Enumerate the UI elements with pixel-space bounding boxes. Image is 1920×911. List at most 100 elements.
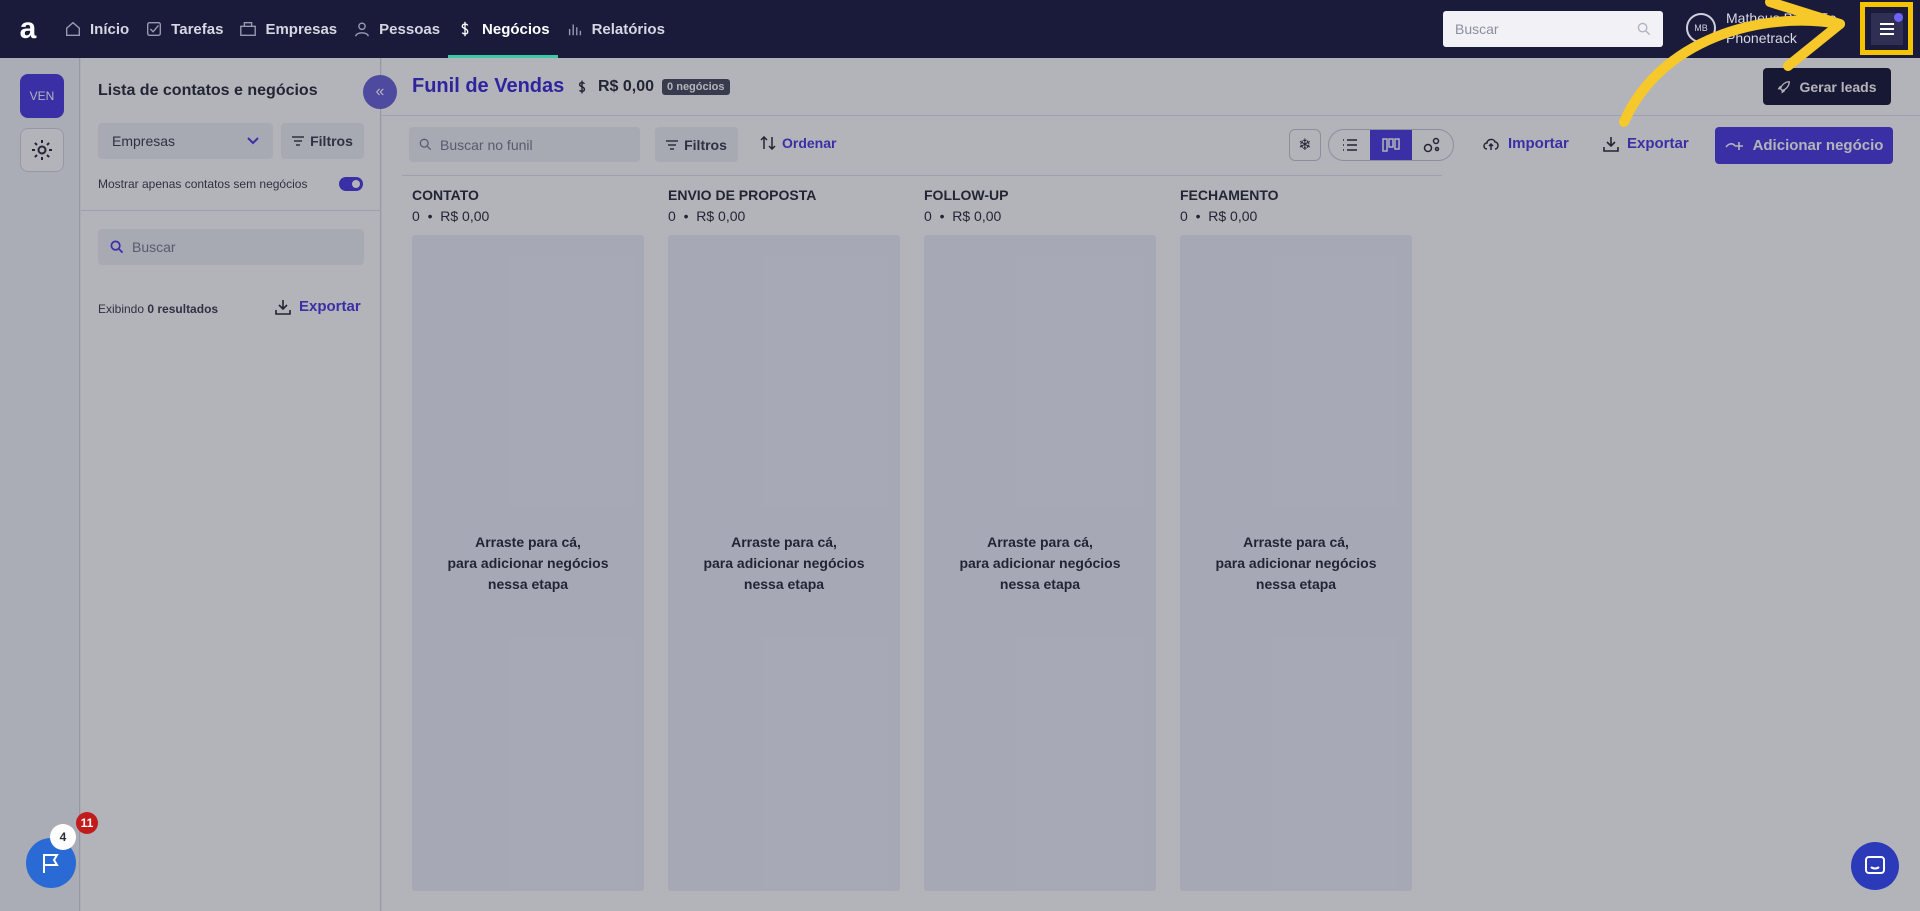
export-label: Exportar — [1627, 135, 1689, 152]
nav-item-relatorios[interactable]: Relatórios — [558, 0, 673, 58]
user-menu[interactable]: MB Matheus Brandão Phonetrack — [1686, 8, 1837, 48]
divider — [402, 175, 1442, 176]
column-sum: R$ 0,00 — [440, 208, 490, 224]
generate-leads-button[interactable]: Gerar leads — [1763, 68, 1891, 105]
sort-label: Ordenar — [782, 135, 837, 151]
column-sum: R$ 0,00 — [1208, 208, 1258, 224]
page-title[interactable]: Funil de Vendas — [412, 75, 564, 98]
nav-item-empresas[interactable]: Empresas — [231, 0, 345, 58]
nav-item-pessoas[interactable]: Pessoas — [345, 0, 448, 58]
empty-line: Arraste para cá, — [731, 533, 837, 550]
toggle-label: Mostrar apenas contatos sem negócios — [98, 177, 308, 191]
pipeline-column: ENVIO DE PROPOSTA 0 • R$ 0,00 Arraste pa… — [668, 187, 900, 891]
add-deal-button[interactable]: Adicionar negócio — [1715, 127, 1893, 164]
filter-icon — [666, 139, 679, 150]
search-icon — [110, 240, 124, 254]
results-prefix: Exibindo — [98, 302, 145, 316]
settings-button[interactable] — [20, 128, 64, 172]
freeze-view-button[interactable]: ❄ — [1289, 129, 1321, 161]
nav-item-inicio[interactable]: Início — [56, 0, 137, 58]
side-panel-title: Lista de contatos e negócios — [98, 82, 318, 99]
hamburger-icon — [1879, 22, 1894, 35]
divider — [81, 210, 381, 211]
global-search-input[interactable]: Buscar — [1443, 11, 1663, 47]
pipeline-ven-button[interactable]: VEN — [20, 74, 64, 118]
chart-icon — [568, 24, 581, 36]
empty-line: nessa etapa — [1255, 575, 1337, 592]
nav-item-label: Início — [90, 20, 130, 38]
column-dropzone[interactable]: Arraste para cá, para adicionar negócios n… — [1180, 235, 1412, 891]
nodes-icon — [1424, 137, 1440, 153]
home-icon — [66, 21, 80, 36]
hamburger-menu-button[interactable] — [1860, 2, 1913, 55]
column-count: 0 — [924, 208, 932, 224]
column-sum: R$ 0,00 — [696, 208, 746, 224]
column-dropzone[interactable]: Arraste para cá, para adicionar negócios n… — [924, 235, 1156, 891]
add-deal-label: Adicionar negócio — [1752, 137, 1884, 154]
dollar-icon — [461, 21, 469, 37]
funnel-summary: R$ 0,00 0 negócios — [574, 78, 730, 96]
nav-item-label: Pessoas — [379, 20, 441, 38]
notification-badge: 11 — [76, 812, 98, 834]
left-rail: VEN — [0, 58, 80, 911]
pipeline-column: CONTATO 0 • R$ 0,00 Arraste para cá, para… — [412, 187, 644, 891]
empty-line: Arraste para cá, — [475, 533, 581, 550]
nav-item-label: Empresas — [265, 20, 338, 38]
export-label: Exportar — [299, 298, 361, 315]
search-placeholder: Buscar no funil — [440, 136, 533, 153]
column-summary: 0 • R$ 0,00 — [924, 208, 1002, 224]
side-export-button[interactable]: Exportar — [275, 298, 361, 315]
chat-support-button[interactable] — [1851, 842, 1899, 890]
column-sum: R$ 0,00 — [952, 208, 1002, 224]
sort-button[interactable]: Ordenar — [760, 135, 836, 151]
results-count: Exibindo 0 resultados — [98, 302, 218, 316]
filter-label: Filtros — [310, 133, 353, 149]
results-value: 0 resultados — [147, 302, 219, 316]
empty-line: nessa etapa — [743, 575, 825, 592]
user-name: Matheus Brandão — [1726, 10, 1837, 26]
nav-item-label: Negócios — [482, 20, 550, 38]
column-dropzone[interactable]: Arraste para cá, para adicionar negócios n… — [412, 235, 644, 891]
filter-label: Filtros — [684, 136, 727, 153]
user-company: Phonetrack — [1726, 30, 1797, 46]
divider — [382, 115, 1920, 116]
checklist-count: 4 — [50, 824, 76, 850]
column-count: 0 — [412, 208, 420, 224]
column-summary: 0 • R$ 0,00 — [1180, 208, 1258, 224]
column-title: CONTATO — [412, 187, 479, 203]
entity-type-select[interactable]: Empresas — [98, 123, 273, 159]
double-chevron-left-icon: « — [375, 83, 385, 100]
graph-view-button[interactable] — [1412, 130, 1453, 160]
contacts-side-panel: Lista de contatos e negócios « Empresas … — [81, 58, 397, 911]
gear-icon — [32, 140, 52, 160]
sort-icon — [760, 136, 776, 150]
export-button[interactable]: Exportar — [1603, 135, 1689, 152]
kanban-icon — [1382, 138, 1400, 152]
kanban-view-button[interactable] — [1370, 130, 1412, 160]
column-summary: 0 • R$ 0,00 — [412, 208, 490, 224]
search-icon — [419, 138, 432, 151]
contacts-without-deals-toggle[interactable] — [339, 177, 363, 191]
funnel-search-input[interactable]: Buscar no funil — [409, 127, 640, 162]
side-filter-button[interactable]: Filtros — [281, 123, 364, 159]
pipeline-column: FECHAMENTO 0 • R$ 0,00 Arraste para cá, p… — [1180, 187, 1412, 891]
funnel-value: R$ 0,00 — [598, 78, 655, 95]
person-icon — [355, 22, 370, 37]
empty-line: nessa etapa — [999, 575, 1081, 592]
column-dropzone[interactable]: Arraste para cá, para adicionar negócios n… — [668, 235, 900, 891]
app-logo[interactable]: a — [0, 0, 56, 58]
empty-line: Arraste para cá, — [987, 533, 1093, 550]
nav-item-negocios[interactable]: Negócios — [448, 0, 558, 58]
column-summary: 0 • R$ 0,00 — [668, 208, 746, 224]
list-view-button[interactable] — [1329, 130, 1370, 160]
nav-item-tarefas[interactable]: Tarefas — [137, 0, 231, 58]
view-switcher — [1328, 129, 1454, 161]
funnel-filter-button[interactable]: Filtros — [655, 127, 738, 162]
column-count: 0 — [668, 208, 676, 224]
select-value: Empresas — [112, 133, 176, 149]
side-search-input[interactable]: Buscar — [98, 229, 364, 265]
import-button[interactable]: Importar — [1482, 135, 1569, 152]
flag-icon — [43, 854, 59, 873]
collapse-panel-button[interactable]: « — [363, 75, 397, 109]
nav-item-label: Relatórios — [591, 20, 665, 38]
